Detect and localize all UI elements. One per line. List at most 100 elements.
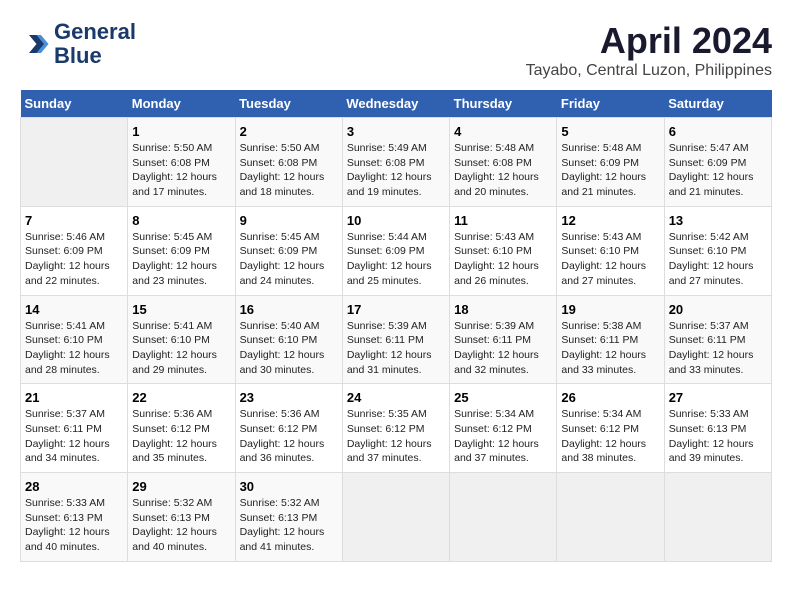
logo-line2: Blue [54,44,136,68]
calendar-cell [664,473,771,562]
header-day-tuesday: Tuesday [235,90,342,118]
calendar-cell: 25 Sunrise: 5:34 AMSunset: 6:12 PMDayligh… [450,384,557,473]
calendar-cell [450,473,557,562]
day-info: Sunrise: 5:41 AMSunset: 6:10 PMDaylight:… [25,319,123,378]
calendar-cell: 18 Sunrise: 5:39 AMSunset: 6:11 PMDayligh… [450,295,557,384]
day-number: 12 [561,213,659,228]
calendar-header: SundayMondayTuesdayWednesdayThursdayFrid… [21,90,772,118]
day-info: Sunrise: 5:33 AMSunset: 6:13 PMDaylight:… [25,496,123,555]
day-number: 10 [347,213,445,228]
day-number: 28 [25,479,123,494]
day-number: 17 [347,302,445,317]
month-title: April 2024 [526,20,772,62]
day-number: 5 [561,124,659,139]
day-info: Sunrise: 5:41 AMSunset: 6:10 PMDaylight:… [132,319,230,378]
day-info: Sunrise: 5:39 AMSunset: 6:11 PMDaylight:… [454,319,552,378]
day-info: Sunrise: 5:45 AMSunset: 6:09 PMDaylight:… [240,230,338,289]
calendar-cell: 23 Sunrise: 5:36 AMSunset: 6:12 PMDayligh… [235,384,342,473]
day-info: Sunrise: 5:50 AMSunset: 6:08 PMDaylight:… [240,141,338,200]
day-number: 25 [454,390,552,405]
day-info: Sunrise: 5:35 AMSunset: 6:12 PMDaylight:… [347,407,445,466]
calendar-cell: 11 Sunrise: 5:43 AMSunset: 6:10 PMDayligh… [450,206,557,295]
day-number: 23 [240,390,338,405]
calendar-body: 1 Sunrise: 5:50 AMSunset: 6:08 PMDaylight… [21,118,772,562]
calendar-cell: 24Sunrise: 5:35 AMSunset: 6:12 PMDayligh… [342,384,449,473]
calendar-cell: 12 Sunrise: 5:43 AMSunset: 6:10 PMDayligh… [557,206,664,295]
week-row-3: 14 Sunrise: 5:41 AMSunset: 6:10 PMDayligh… [21,295,772,384]
header-day-sunday: Sunday [21,90,128,118]
calendar-cell: 5 Sunrise: 5:48 AMSunset: 6:09 PMDaylight… [557,118,664,207]
title-block: April 2024 Tayabo, Central Luzon, Philip… [526,20,772,80]
header-day-wednesday: Wednesday [342,90,449,118]
calendar-cell: 19Sunrise: 5:38 AMSunset: 6:11 PMDayligh… [557,295,664,384]
calendar-cell: 1 Sunrise: 5:50 AMSunset: 6:08 PMDaylight… [128,118,235,207]
day-info: Sunrise: 5:33 AMSunset: 6:13 PMDaylight:… [669,407,767,466]
day-info: Sunrise: 5:42 AMSunset: 6:10 PMDaylight:… [669,230,767,289]
logo-icon [20,29,50,59]
day-number: 8 [132,213,230,228]
calendar-cell: 26 Sunrise: 5:34 AMSunset: 6:12 PMDayligh… [557,384,664,473]
week-row-2: 7 Sunrise: 5:46 AMSunset: 6:09 PMDaylight… [21,206,772,295]
day-info: Sunrise: 5:43 AMSunset: 6:10 PMDaylight:… [561,230,659,289]
day-number: 1 [132,124,230,139]
day-info: Sunrise: 5:44 AMSunset: 6:09 PMDaylight:… [347,230,445,289]
day-number: 3 [347,124,445,139]
day-number: 29 [132,479,230,494]
calendar-cell: 6Sunrise: 5:47 AMSunset: 6:09 PMDaylight… [664,118,771,207]
calendar-cell: 17 Sunrise: 5:39 AMSunset: 6:11 PMDayligh… [342,295,449,384]
calendar-cell: 3 Sunrise: 5:49 AMSunset: 6:08 PMDaylight… [342,118,449,207]
calendar-cell: 10 Sunrise: 5:44 AMSunset: 6:09 PMDayligh… [342,206,449,295]
calendar-table: SundayMondayTuesdayWednesdayThursdayFrid… [20,90,772,562]
day-number: 18 [454,302,552,317]
header-day-friday: Friday [557,90,664,118]
day-number: 9 [240,213,338,228]
calendar-cell: 30Sunrise: 5:32 AMSunset: 6:13 PMDayligh… [235,473,342,562]
location: Tayabo, Central Luzon, Philippines [526,62,772,80]
calendar-cell: 7 Sunrise: 5:46 AMSunset: 6:09 PMDaylight… [21,206,128,295]
header-row: SundayMondayTuesdayWednesdayThursdayFrid… [21,90,772,118]
day-info: Sunrise: 5:34 AMSunset: 6:12 PMDaylight:… [561,407,659,466]
day-number: 21 [25,390,123,405]
calendar-cell: 15 Sunrise: 5:41 AMSunset: 6:10 PMDayligh… [128,295,235,384]
week-row-1: 1 Sunrise: 5:50 AMSunset: 6:08 PMDaylight… [21,118,772,207]
day-number: 7 [25,213,123,228]
day-number: 26 [561,390,659,405]
day-info: Sunrise: 5:37 AMSunset: 6:11 PMDaylight:… [669,319,767,378]
day-number: 2 [240,124,338,139]
calendar-cell: 20 Sunrise: 5:37 AMSunset: 6:11 PMDayligh… [664,295,771,384]
calendar-cell: 16Sunrise: 5:40 AMSunset: 6:10 PMDayligh… [235,295,342,384]
day-info: Sunrise: 5:46 AMSunset: 6:09 PMDaylight:… [25,230,123,289]
day-info: Sunrise: 5:32 AMSunset: 6:13 PMDaylight:… [240,496,338,555]
calendar-cell: 27Sunrise: 5:33 AMSunset: 6:13 PMDayligh… [664,384,771,473]
day-info: Sunrise: 5:40 AMSunset: 6:10 PMDaylight:… [240,319,338,378]
day-info: Sunrise: 5:34 AMSunset: 6:12 PMDaylight:… [454,407,552,466]
day-info: Sunrise: 5:32 AMSunset: 6:13 PMDaylight:… [132,496,230,555]
calendar-cell [342,473,449,562]
header-day-saturday: Saturday [664,90,771,118]
day-info: Sunrise: 5:50 AMSunset: 6:08 PMDaylight:… [132,141,230,200]
day-info: Sunrise: 5:43 AMSunset: 6:10 PMDaylight:… [454,230,552,289]
calendar-cell: 22Sunrise: 5:36 AMSunset: 6:12 PMDayligh… [128,384,235,473]
calendar-cell [21,118,128,207]
day-number: 14 [25,302,123,317]
logo-line1: General [54,20,136,44]
day-info: Sunrise: 5:48 AMSunset: 6:08 PMDaylight:… [454,141,552,200]
calendar-cell: 4 Sunrise: 5:48 AMSunset: 6:08 PMDaylight… [450,118,557,207]
day-number: 15 [132,302,230,317]
calendar-cell: 29 Sunrise: 5:32 AMSunset: 6:13 PMDayligh… [128,473,235,562]
calendar-cell: 14 Sunrise: 5:41 AMSunset: 6:10 PMDayligh… [21,295,128,384]
calendar-cell: 21 Sunrise: 5:37 AMSunset: 6:11 PMDayligh… [21,384,128,473]
day-info: Sunrise: 5:39 AMSunset: 6:11 PMDaylight:… [347,319,445,378]
day-info: Sunrise: 5:49 AMSunset: 6:08 PMDaylight:… [347,141,445,200]
day-info: Sunrise: 5:36 AMSunset: 6:12 PMDaylight:… [240,407,338,466]
header-day-thursday: Thursday [450,90,557,118]
day-number: 20 [669,302,767,317]
day-number: 4 [454,124,552,139]
day-number: 11 [454,213,552,228]
page-header: General Blue April 2024 Tayabo, Central … [20,20,772,80]
day-info: Sunrise: 5:37 AMSunset: 6:11 PMDaylight:… [25,407,123,466]
day-info: Sunrise: 5:48 AMSunset: 6:09 PMDaylight:… [561,141,659,200]
day-number: 13 [669,213,767,228]
calendar-cell [557,473,664,562]
day-info: Sunrise: 5:38 AMSunset: 6:11 PMDaylight:… [561,319,659,378]
